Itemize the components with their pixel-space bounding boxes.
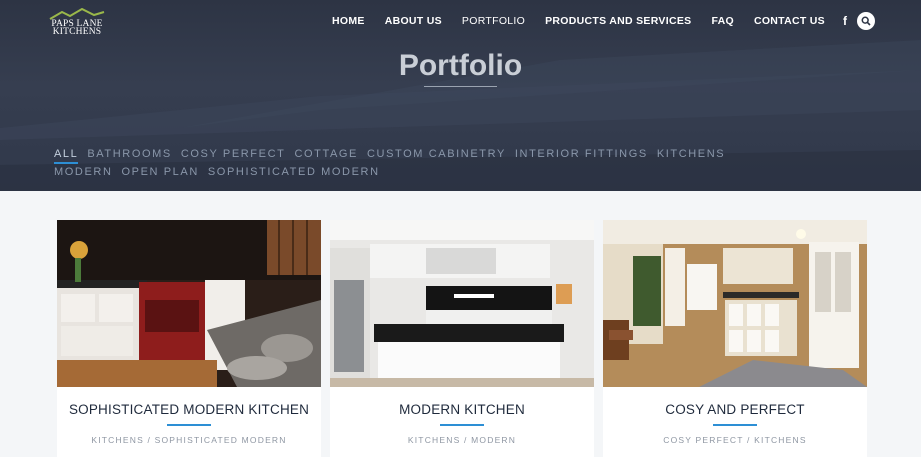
brand-logo[interactable]: PAPS LANE KITCHENS	[48, 8, 106, 37]
kitchen-photo[interactable]	[57, 220, 321, 387]
filter-bathrooms[interactable]: BATHROOMS	[87, 146, 171, 163]
card-title[interactable]: SOPHISTICATED MODERN KITCHEN	[57, 402, 321, 417]
nav-home[interactable]: HOME	[332, 14, 365, 28]
kitchen-photo[interactable]	[603, 220, 867, 387]
filter-custom-cabinetry[interactable]: CUSTOM CABINETRY	[367, 146, 506, 163]
card-title[interactable]: MODERN KITCHEN	[330, 402, 594, 417]
hero-header: PAPS LANE KITCHENS HOME ABOUT US PORTFOL…	[0, 0, 921, 191]
main-nav: HOME ABOUT US PORTFOLIO PRODUCTS AND SER…	[312, 12, 875, 30]
portfolio-card-sophisticated-modern[interactable]: SOPHISTICATED MODERN KITCHEN KITCHENS / …	[57, 220, 321, 457]
card-title[interactable]: COSY AND PERFECT	[603, 402, 867, 417]
card-title-underline	[167, 424, 211, 426]
logo-text-line2: KITCHENS	[52, 27, 102, 37]
card-title-underline	[440, 424, 484, 426]
filter-cosy-perfect[interactable]: COSY PERFECT	[181, 146, 286, 163]
filter-kitchens[interactable]: KITCHENS	[657, 146, 725, 163]
nav-portfolio[interactable]: PORTFOLIO	[462, 14, 525, 28]
nav-faq[interactable]: FAQ	[711, 14, 734, 28]
card-tags: KITCHENS / MODERN	[407, 435, 517, 445]
nav-contact-us[interactable]: CONTACT US	[754, 14, 825, 28]
filter-all[interactable]: ALL	[54, 148, 79, 164]
filter-interior-fittings[interactable]: INTERIOR FITTINGS	[515, 146, 648, 163]
page-title: Portfolio	[398, 49, 523, 82]
nav-products-and-services[interactable]: PRODUCTS AND SERVICES	[545, 14, 691, 28]
filter-modern[interactable]: MODERN	[54, 164, 113, 181]
card-title-underline	[713, 424, 757, 426]
portfolio-filters: ALL BATHROOMS COSY PERFECT COTTAGE CUSTOM CA…	[54, 146, 794, 181]
portfolio-card-cosy-and-perfect[interactable]: COSY AND PERFECT COSY PERFECT / KITCHENS	[603, 220, 867, 457]
card-tags: KITCHENS / SOPHISTICATED MODERN	[91, 435, 287, 445]
title-underline	[424, 86, 497, 87]
filter-cottage[interactable]: COTTAGE	[294, 146, 358, 163]
facebook-icon[interactable]: f	[843, 14, 847, 28]
filter-sophisticated-modern[interactable]: SOPHISTICATED MODERN	[208, 164, 380, 181]
kitchen-photo[interactable]	[330, 220, 594, 387]
card-tags: COSY PERFECT / KITCHENS	[663, 435, 807, 445]
portfolio-card-modern-kitchen[interactable]: MODERN KITCHEN KITCHENS / MODERN	[330, 220, 594, 457]
nav-about-us[interactable]: ABOUT US	[385, 14, 442, 28]
search-icon[interactable]	[857, 12, 875, 30]
filter-open-plan[interactable]: OPEN PLAN	[122, 164, 199, 181]
